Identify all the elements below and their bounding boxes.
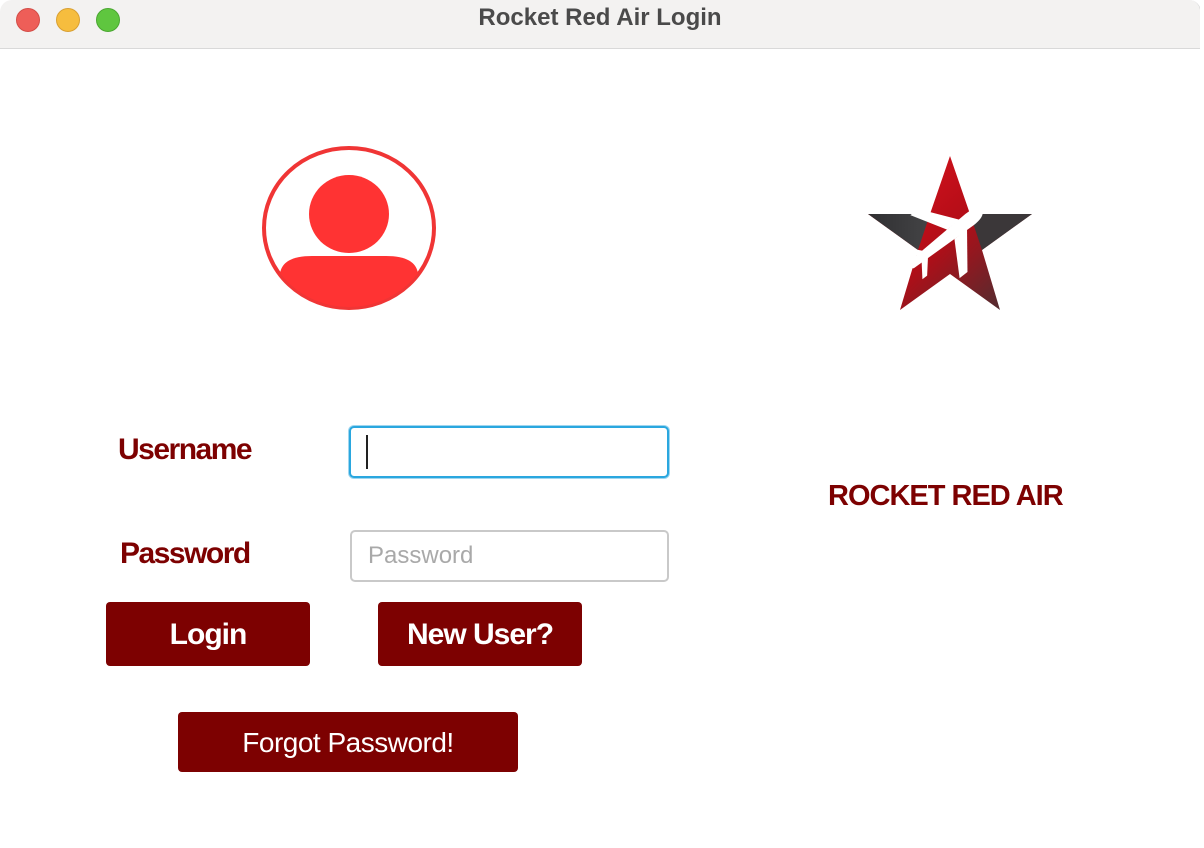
password-label: Password bbox=[120, 537, 251, 570]
user-avatar-icon bbox=[262, 146, 436, 310]
forgot-password-button[interactable]: Forgot Password! bbox=[178, 712, 518, 772]
title-bar[interactable]: Rocket Red Air Login bbox=[0, 0, 1200, 49]
star-airplane-icon bbox=[868, 156, 1032, 310]
brand-name: ROCKET RED AIR bbox=[828, 480, 1064, 512]
login-button[interactable]: Login bbox=[106, 602, 310, 666]
window-edge bbox=[1200, 0, 1204, 848]
username-field[interactable] bbox=[349, 426, 669, 478]
login-window: Rocket Red Air Login ROCKET RED AIR User… bbox=[0, 0, 1201, 848]
new-user-button[interactable]: New User? bbox=[378, 602, 582, 666]
text-caret bbox=[366, 435, 368, 469]
window-title: Rocket Red Air Login bbox=[478, 4, 722, 31]
password-field[interactable] bbox=[350, 530, 669, 582]
username-label: Username bbox=[118, 433, 253, 466]
